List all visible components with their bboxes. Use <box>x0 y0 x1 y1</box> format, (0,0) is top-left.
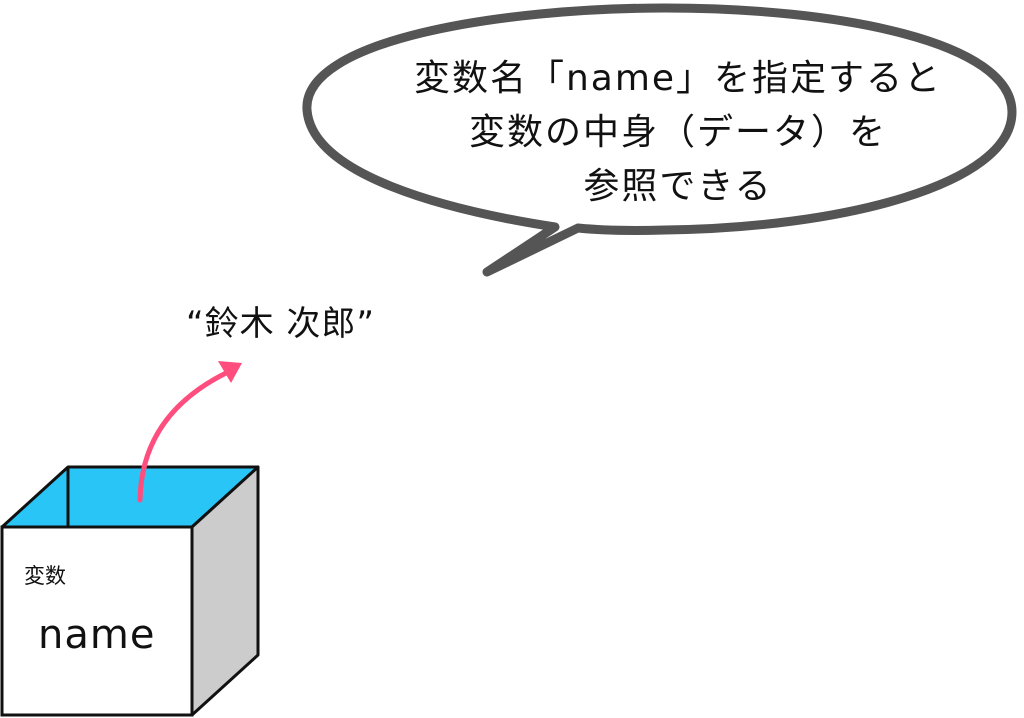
bubble-text: 変数名「name」を指定すると 変数の中身（データ）を 参照できる <box>358 52 998 214</box>
bubble-line: 参照できる <box>583 166 773 207</box>
variable-name: name <box>38 612 156 658</box>
variable-value: “鈴木 次郎” <box>186 304 376 344</box>
bubble-line: 変数名「name」を指定すると <box>413 58 943 99</box>
arrow-head <box>218 361 242 383</box>
box-caption: 変数 <box>24 564 66 588</box>
bubble-line: 変数の中身（データ）を <box>468 112 887 153</box>
